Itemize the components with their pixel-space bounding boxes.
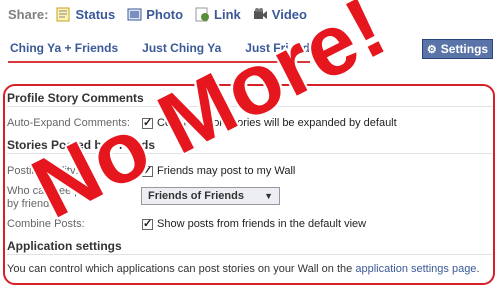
video-icon xyxy=(253,7,268,22)
share-link-label: Link xyxy=(214,6,241,22)
share-label: Share: xyxy=(8,6,49,22)
share-photo-button[interactable]: Photo xyxy=(127,7,183,22)
application-settings-text: You can control which applications can p… xyxy=(7,263,480,275)
application-settings-period: . xyxy=(476,263,480,275)
who-can-see-value: Friends of Friends xyxy=(148,190,244,202)
gear-icon: ⚙ xyxy=(426,43,437,56)
status-icon xyxy=(56,7,71,22)
photo-icon xyxy=(127,7,142,22)
divider xyxy=(7,254,492,255)
application-settings-heading: Application settings xyxy=(7,239,122,253)
combine-posts-text: Show posts from friends in the default v… xyxy=(157,218,367,230)
share-status-label: Status xyxy=(75,6,116,22)
share-photo-label: Photo xyxy=(146,6,184,22)
chevron-down-icon: ▼ xyxy=(264,191,273,201)
settings-button[interactable]: ⚙ Settings xyxy=(422,39,493,59)
share-status-button[interactable]: Status xyxy=(56,7,115,22)
tab-ching-ya-and-friends[interactable]: Ching Ya + Friends xyxy=(8,38,120,58)
who-can-see-dropdown[interactable]: Friends of Friends ▼ xyxy=(141,187,280,205)
application-settings-description: You can control which applications can p… xyxy=(7,263,353,275)
share-link-button[interactable]: Link xyxy=(195,7,241,22)
application-settings-link[interactable]: application settings page xyxy=(355,263,476,275)
settings-button-label: Settings xyxy=(440,42,489,56)
combine-posts-checkbox[interactable] xyxy=(142,217,153,230)
link-icon xyxy=(195,7,210,22)
